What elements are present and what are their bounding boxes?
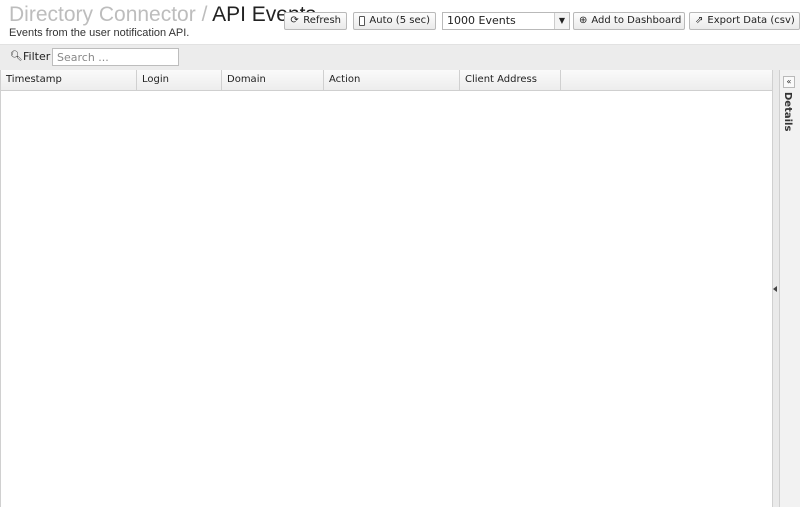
chevron-down-icon[interactable]: ▼ [554,13,569,29]
export-icon: ⇗ [695,15,704,26]
auto-refresh-toggle[interactable]: Auto (5 sec) [353,12,436,30]
refresh-label: Refresh [303,15,341,26]
column-header-domain[interactable]: Domain [222,70,324,90]
auto-refresh-label: Auto (5 sec) [369,15,430,26]
refresh-icon: ⟳ [290,15,299,26]
column-header-timestamp[interactable]: Timestamp [1,70,137,90]
add-to-dashboard-label: Add to Dashboard [591,15,682,26]
events-count-value: 1000 Events [447,14,516,27]
search-input[interactable] [52,48,179,66]
page-subtitle: Events from the user notification API. [9,27,190,39]
add-to-dashboard-button[interactable]: ⊕ Add to Dashboard [573,12,685,30]
breadcrumb[interactable]: Directory Connector [9,3,196,26]
collapse-arrow-icon[interactable] [773,286,777,292]
table-header: Timestamp Login Domain Action Client Add… [1,70,772,91]
auto-refresh-checkbox[interactable] [359,16,366,26]
events-table: Timestamp Login Domain Action Client Add… [0,70,773,507]
filter-bar: 🔍︎ Filter [0,44,800,71]
details-panel: « Details [780,70,800,507]
details-panel-label[interactable]: Details [782,92,793,131]
page-header: Directory Connector / API Events Events … [0,0,800,44]
double-chevron-left-icon[interactable]: « [783,76,795,88]
breadcrumb-separator: / [201,3,208,26]
plus-circle-icon: ⊕ [579,15,588,26]
export-data-label: Export Data (csv) [707,15,795,26]
export-data-button[interactable]: ⇗ Export Data (csv) [689,12,800,30]
refresh-button[interactable]: ⟳ Refresh [284,12,347,30]
details-splitter[interactable] [773,70,780,507]
events-count-select[interactable]: 1000 Events ▼ [442,12,570,30]
search-icon: 🔍︎ [10,51,23,62]
column-header-action[interactable]: Action [324,70,460,90]
page-title: Directory Connector / API Events [9,2,316,28]
filter-label-text: Filter [23,50,51,63]
filter-label: 🔍︎ Filter [10,50,50,63]
column-header-login[interactable]: Login [137,70,222,90]
column-header-client-address[interactable]: Client Address [460,70,561,90]
